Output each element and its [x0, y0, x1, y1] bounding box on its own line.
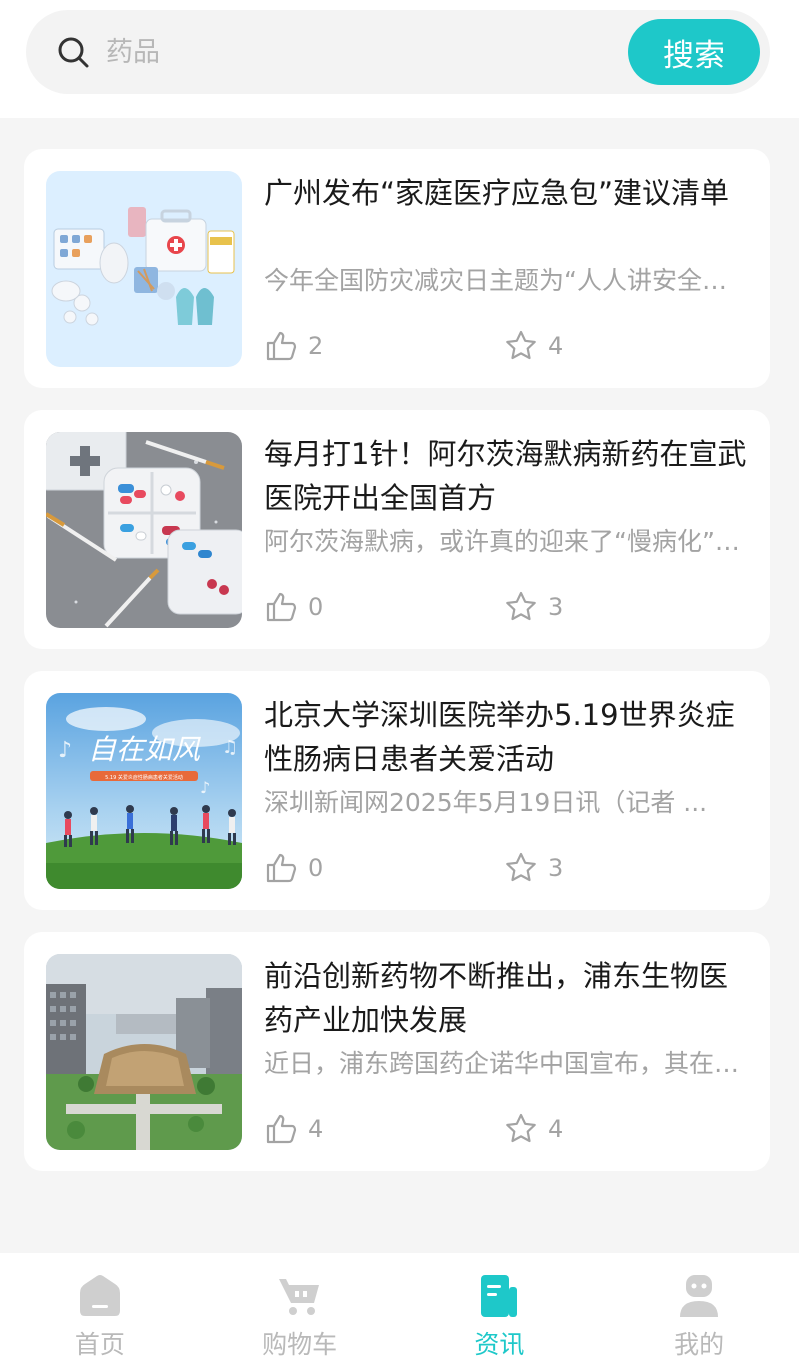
- poster-subtitle: 5.19 关爱炎症性肠病患者关爱活动: [105, 774, 183, 781]
- thumbs-up-icon: [266, 592, 297, 622]
- favorite-count: 3: [548, 854, 564, 882]
- poster-title: 自在如风: [88, 733, 201, 766]
- article-card[interactable]: 每月打1针！阿尔茨海默病新药在宣武医院开出全国首方 阿尔茨海默病，或许真的迎来了…: [24, 410, 770, 649]
- favorite-count: 4: [548, 332, 564, 360]
- search-button[interactable]: 搜索: [628, 19, 760, 85]
- article-title[interactable]: 前沿创新药物不断推出，浦东生物医药产业加快发展: [264, 954, 750, 1042]
- tab-home[interactable]: 首页: [0, 1253, 200, 1367]
- thumbs-up-icon: [266, 1114, 297, 1144]
- favorite-count: 4: [548, 1115, 564, 1143]
- article-card[interactable]: 前沿创新药物不断推出，浦东生物医药产业加快发展 近日，浦东跨国药企诺华中国宣布，…: [24, 932, 770, 1171]
- star-icon: [506, 852, 536, 882]
- like-count: 4: [308, 1115, 324, 1143]
- tab-news[interactable]: 资讯: [400, 1253, 600, 1367]
- tab-label: 购物车: [262, 1330, 338, 1359]
- star-icon: [506, 591, 536, 621]
- article-summary: 近日，浦东跨国药企诺华中国宣布，其在中国的研发: [264, 1049, 744, 1078]
- thumbs-up-icon: [266, 853, 297, 883]
- star-icon: [506, 1113, 536, 1143]
- tab-profile[interactable]: 我的: [599, 1253, 799, 1367]
- article-card[interactable]: 自在如风 5.19 关爱炎症性肠病患者关爱活动 ♪ ♫ ♪ 北京大学深圳医院举办…: [24, 671, 770, 910]
- home-icon: [79, 1275, 120, 1316]
- like-button[interactable]: 0: [264, 590, 323, 624]
- article-thumbnail[interactable]: [46, 954, 242, 1150]
- article-summary: 今年全国防灾减灾日主题为“人人讲安全、个个会应急”: [264, 266, 744, 295]
- like-count: 0: [308, 854, 324, 882]
- article-thumbnail[interactable]: [46, 171, 242, 367]
- cart-icon: [278, 1279, 319, 1315]
- svg-text:♫: ♫: [222, 737, 238, 758]
- favorite-button[interactable]: 3: [504, 851, 563, 885]
- article-summary: 阿尔茨海默病，或许真的迎来了“慢病化”时代: [264, 527, 744, 556]
- svg-text:♪: ♪: [58, 738, 72, 763]
- favorite-button[interactable]: 3: [504, 590, 563, 624]
- running-people-poster: 自在如风 5.19 关爱炎症性肠病患者关爱活动 ♪ ♫ ♪: [46, 693, 242, 889]
- tab-label: 资讯: [474, 1330, 525, 1359]
- article-card[interactable]: 广州发布“家庭医疗应急包”建议清单 今年全国防灾减灾日主题为“人人讲安全、个个会…: [24, 149, 770, 388]
- tab-label: 首页: [74, 1330, 125, 1359]
- bottom-tab-bar: 首页 购物车 资讯 我的: [0, 1253, 799, 1367]
- search-input[interactable]: [106, 30, 606, 74]
- like-button[interactable]: 4: [264, 1112, 323, 1146]
- pill-boxes-and-syringes: [46, 432, 242, 628]
- search-header: 搜索: [0, 0, 799, 118]
- search-bar[interactable]: 搜索: [26, 10, 770, 94]
- tab-label: 我的: [674, 1330, 725, 1359]
- favorite-count: 3: [548, 593, 564, 621]
- like-count: 0: [308, 593, 324, 621]
- profile-icon: [680, 1275, 719, 1317]
- favorite-button[interactable]: 4: [504, 329, 563, 363]
- article-thumbnail[interactable]: [46, 432, 242, 628]
- favorite-button[interactable]: 4: [504, 1112, 563, 1146]
- campus-aerial-photo: [46, 954, 242, 1150]
- article-title[interactable]: 北京大学深圳医院举办5.19世界炎症性肠病日患者关爱活动: [264, 693, 750, 781]
- article-thumbnail[interactable]: 自在如风 5.19 关爱炎症性肠病患者关爱活动 ♪ ♫ ♪: [46, 693, 242, 889]
- search-icon: [58, 37, 89, 68]
- tab-cart[interactable]: 购物车: [200, 1253, 400, 1367]
- thumbs-up-icon: [266, 331, 297, 361]
- like-button[interactable]: 2: [264, 329, 323, 363]
- news-icon: [481, 1275, 518, 1317]
- article-list: 广州发布“家庭医疗应急包”建议清单 今年全国防灾减灾日主题为“人人讲安全、个个会…: [24, 149, 770, 1193]
- star-icon: [506, 330, 536, 360]
- like-button[interactable]: 0: [264, 851, 323, 885]
- like-count: 2: [308, 332, 324, 360]
- svg-text:♪: ♪: [200, 778, 210, 797]
- medical-kit-illustration: [46, 171, 242, 367]
- article-title[interactable]: 广州发布“家庭医疗应急包”建议清单: [264, 171, 750, 215]
- article-summary: 深圳新闻网2025年5月19日讯（记者 ...: [264, 788, 708, 817]
- article-title[interactable]: 每月打1针！阿尔茨海默病新药在宣武医院开出全国首方: [264, 432, 750, 520]
